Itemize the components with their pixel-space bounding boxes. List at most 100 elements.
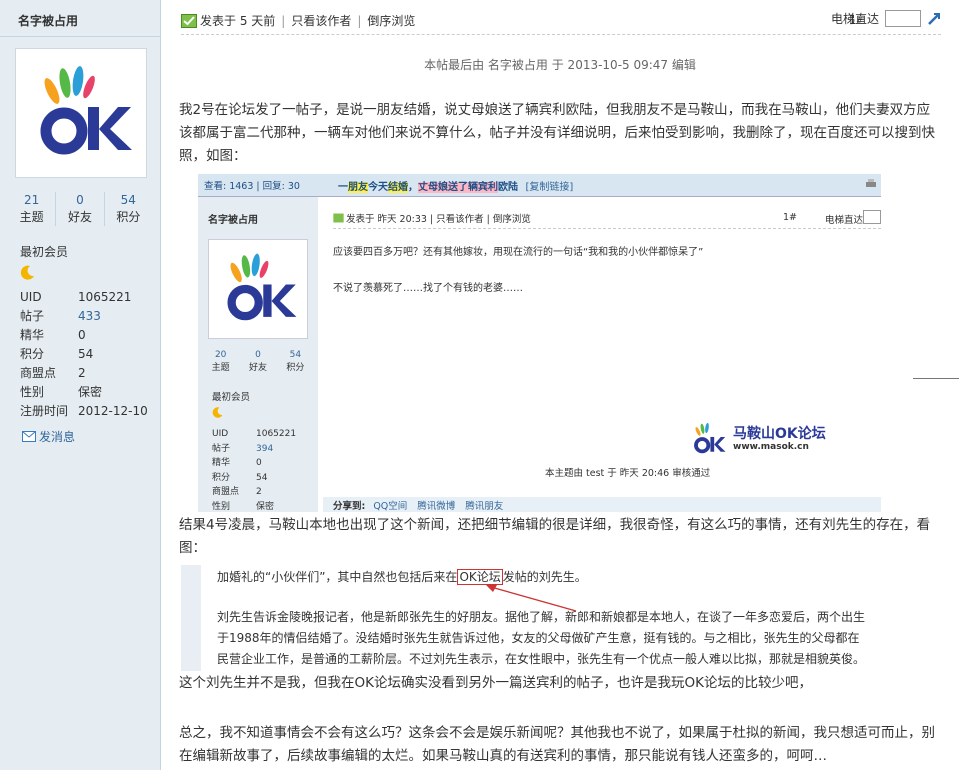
post-paragraph: 结果4号凌晨，马鞍山本地也出现了这个新闻，还把细节编辑的很是详细，我很奇怪，有这…	[179, 517, 931, 556]
stat-num: 54	[120, 193, 136, 207]
author-stats: 21 主题 0 好友 54 积分	[8, 192, 152, 226]
author-name[interactable]: 名字被占用	[18, 12, 78, 29]
title-part: 结婚	[388, 182, 408, 193]
thread-floor: 1#	[782, 212, 797, 223]
info-value: 1065221	[256, 429, 297, 439]
stat-label: 主题	[211, 363, 230, 373]
brand-logo: 马鞍山OK论坛 www.masok.cn	[685, 417, 826, 461]
quote-text: 加婚礼的“小伙伴们”，其中自然也包括后来在	[217, 570, 458, 584]
info-value-link[interactable]: 433	[78, 307, 101, 326]
moon-icon	[20, 264, 36, 283]
brand-url: www.masok.cn	[733, 442, 809, 452]
brand-name: 马鞍山OK论坛	[733, 426, 826, 442]
post-meta: 发表于 5 天前 | 只看该作者 | 倒序浏览	[181, 12, 415, 29]
stat-label: 积分	[286, 363, 305, 373]
jump-go-icon[interactable]	[927, 12, 941, 26]
ok-logo-icon	[40, 66, 132, 155]
stat-label: 积分	[116, 210, 141, 224]
stat-friends[interactable]: 0 好友	[56, 192, 105, 226]
embedded-news-screenshot[interactable]: 加婚礼的“小伙伴们”，其中自然也包括后来在 OK论坛 发帖的刘先生。 刘先生告诉金陵…	[181, 565, 881, 671]
title-part: 丈母娘送了辆宾利	[418, 182, 498, 193]
post-paragraph: 我2号在论坛发了一帖子，是说一朋友结婚，说丈母娘送了辆宾利欧陆，但我朋友不是马鞍…	[179, 102, 935, 164]
copy-link: [复制链接]	[525, 182, 574, 193]
info-key: 商盟点	[212, 487, 240, 497]
info-value: 2012-12-10	[78, 404, 148, 418]
stat-num: 20	[214, 350, 227, 360]
reverse-order-link[interactable]: 倒序浏览	[367, 12, 415, 29]
title-part: 朋友	[348, 182, 368, 193]
stat-num: 0	[76, 193, 84, 207]
send-message-link[interactable]: 发消息	[22, 428, 75, 445]
jump-input[interactable]	[885, 10, 921, 27]
info-value: 保密	[256, 501, 275, 512]
info-value: 2	[256, 487, 262, 497]
info-key: 帖子	[212, 443, 231, 454]
thread-author: 名字被占用	[208, 215, 258, 226]
info-key: 精华	[212, 458, 231, 468]
thread-line: 不说了羡慕死了……找了个有钱的老婆……	[333, 283, 523, 294]
stat-points[interactable]: 54 积分	[105, 192, 152, 226]
info-key: 注册时间	[20, 404, 69, 418]
post-paragraph: 这个刘先生并不是我，但我在OK论坛确实没看到另外一篇送宾利的帖子，也许是我玩OK…	[179, 675, 812, 691]
user-group[interactable]: 最初会员	[20, 243, 68, 260]
info-key: 商盟点	[20, 366, 57, 380]
post-main: 发表于 5 天前 | 只看该作者 | 倒序浏览 1 # 电梯直达 本帖最后由 名字…	[161, 0, 959, 770]
stat-topics[interactable]: 21 主题	[8, 192, 57, 226]
info-row: 帖子 433	[20, 307, 150, 326]
info-row: 积分 54	[20, 345, 150, 364]
info-row: 精华 0	[20, 326, 150, 345]
info-key: 性别	[212, 501, 231, 512]
thread-info: UID 1065221 帖子 394 精华 0 积分 54 商盟点 2 性别 保密	[212, 427, 296, 512]
info-value: 2	[78, 366, 86, 380]
info-value: 1065221	[78, 290, 132, 304]
thread-meta-text: 发表于 昨天 20:33 | 只看该作者 | 倒序浏览	[346, 214, 531, 225]
audit-note: 本主题由 test 于 昨天 20:46 审核通过	[545, 468, 711, 479]
posted-time: 发表于 5 天前	[200, 14, 276, 28]
only-author-link[interactable]: 只看该作者	[291, 12, 351, 29]
share-label: 分享到:	[333, 500, 366, 512]
quote-line: 于1988年的情侣结婚了。没结婚时张先生就告诉过他，女友的父母做矿产生意，挺有钱…	[217, 631, 860, 645]
edit-notice: 本帖最后由 名字被占用 于 2013-10-5 09:47 编辑	[424, 58, 696, 72]
info-value: 394	[256, 443, 274, 454]
info-key: 积分	[212, 472, 231, 483]
stat-num: 21	[24, 193, 40, 207]
info-key: 帖子	[20, 309, 45, 323]
title-part: ，	[408, 182, 418, 193]
embedded-screenshot[interactable]: 查看: 1463 | 回复: 30 一朋友今天结婚，丈母娘送了辆宾利欧陆 [复制…	[198, 174, 881, 512]
info-row: 性别 保密	[20, 383, 150, 402]
info-value: 0	[78, 328, 86, 342]
ok-logo-icon	[694, 422, 726, 454]
avatar[interactable]	[15, 48, 147, 178]
share-bar: 分享到: QQ空间 腾讯微博 腾讯朋友	[323, 497, 881, 512]
thread-title: 一朋友今天结婚，丈母娘送了辆宾利欧陆 [复制链接]	[338, 178, 573, 193]
stat-label: 好友	[248, 363, 267, 373]
quote-line: 民营企业工作，是普通的工薪阶层。不过刘先生表示，在女性眼中，张先生有一个优点一般…	[217, 652, 866, 666]
author-sidebar: 名字被占用 21 主题 0 好友 54 积分 最初会员 UID 1065221 …	[0, 0, 161, 770]
quote-bar	[181, 565, 201, 671]
online-icon	[333, 213, 344, 223]
stat-label: 主题	[19, 210, 44, 224]
share-qzone: QQ空间	[373, 500, 408, 512]
send-message-label: 发消息	[39, 430, 76, 444]
author-info: UID 1065221 帖子 433 精华 0 积分 54 商盟点 2 性别 保密 注册时间…	[20, 288, 150, 421]
info-key: UID	[212, 429, 229, 439]
info-key: UID	[20, 290, 42, 304]
ok-logo-icon	[227, 253, 297, 321]
share-weibo: 腾讯微博	[417, 500, 456, 512]
thread-avatar	[208, 239, 308, 339]
thread-group: 最初会员	[212, 392, 251, 403]
share-pengyou: 腾讯朋友	[465, 500, 504, 512]
info-row: 商盟点 2	[20, 364, 150, 383]
thread-content: 发表于 昨天 20:33 | 只看该作者 | 倒序浏览 1# 电梯直达 应该要四…	[323, 197, 881, 512]
info-value: 0	[256, 458, 262, 468]
divider	[0, 36, 160, 37]
stat-num: 54	[289, 350, 302, 360]
thread-header: 查看: 1463 | 回复: 30 一朋友今天结婚，丈母娘送了辆宾利欧陆 [复制…	[198, 174, 881, 197]
divider	[913, 378, 959, 379]
stat-num: 0	[255, 350, 261, 360]
thread-views: 查看: 1463 | 回复: 30	[204, 181, 300, 192]
info-row: 注册时间 2012-12-10	[20, 402, 150, 421]
info-row: UID 1065221	[20, 288, 150, 307]
title-part: 欧陆	[498, 182, 518, 193]
stat-label: 好友	[67, 210, 92, 224]
